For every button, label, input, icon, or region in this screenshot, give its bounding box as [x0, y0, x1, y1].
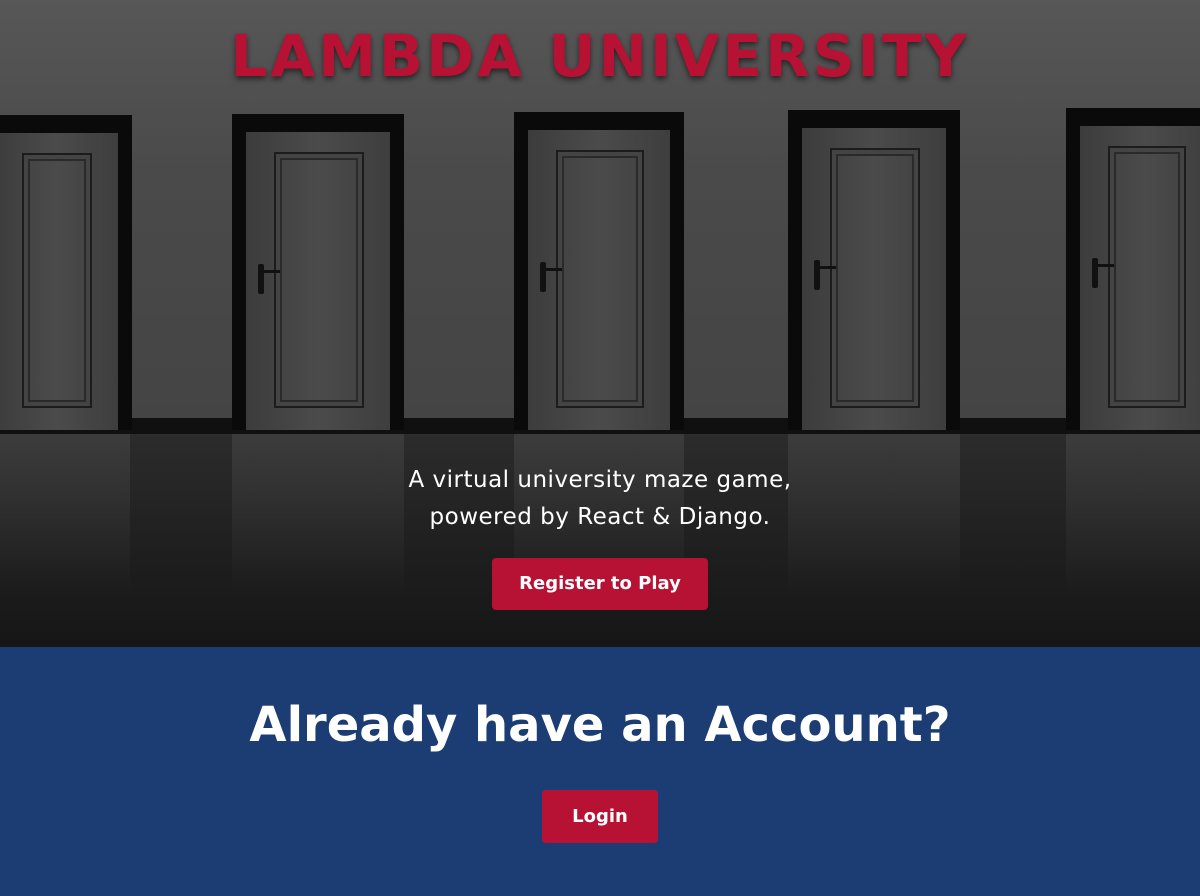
door-handle-icon: [1092, 258, 1114, 288]
door: [0, 115, 132, 430]
tagline-line-2: powered by React & Django.: [429, 504, 771, 530]
door-handle-icon: [814, 260, 836, 290]
account-heading: Already have an Account?: [249, 697, 951, 753]
site-title: LAMBDA UNIVERSITY: [230, 22, 970, 90]
login-button[interactable]: Login: [542, 790, 658, 843]
door-reflection: [0, 434, 130, 594]
door-reflection: [1066, 434, 1200, 594]
hero-tagline: A virtual university maze game, powered …: [300, 462, 900, 536]
door: [232, 114, 404, 430]
account-section: Already have an Account? Login: [0, 647, 1200, 896]
hero-section: LAMBDA UNIVERSITY A virtual university m…: [0, 0, 1200, 647]
tagline-line-1: A virtual university maze game,: [408, 467, 792, 493]
door: [788, 110, 960, 430]
door: [1066, 108, 1200, 430]
register-button[interactable]: Register to Play: [492, 558, 708, 610]
door-handle-icon: [258, 264, 280, 294]
door: [514, 112, 684, 430]
door-handle-icon: [540, 262, 562, 292]
